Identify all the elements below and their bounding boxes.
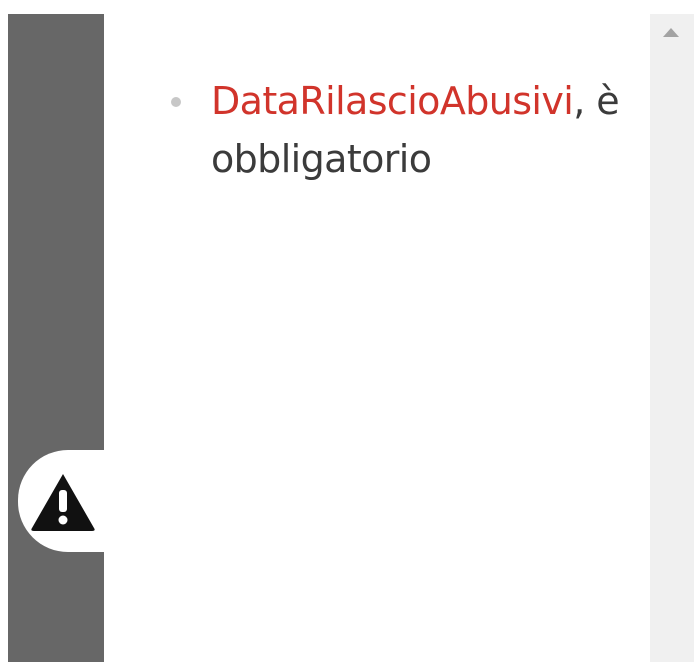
left-rail xyxy=(8,14,104,662)
field-name-link[interactable]: DataRilascioAbusivi xyxy=(211,79,574,123)
left-white-edge xyxy=(0,0,8,662)
validation-message-item: DataRilascioAbusivi, è obbligatorio xyxy=(104,72,641,188)
bullet-dot-icon xyxy=(171,97,181,107)
validation-message-list: DataRilascioAbusivi, è obbligatorio xyxy=(104,72,650,188)
warning-tab[interactable] xyxy=(18,450,106,552)
scroll-up-arrow-icon[interactable] xyxy=(663,28,679,37)
vertical-scrollbar[interactable] xyxy=(650,14,694,662)
validation-message-panel: DataRilascioAbusivi, è obbligatorio xyxy=(104,14,650,662)
warning-icon xyxy=(31,474,95,531)
